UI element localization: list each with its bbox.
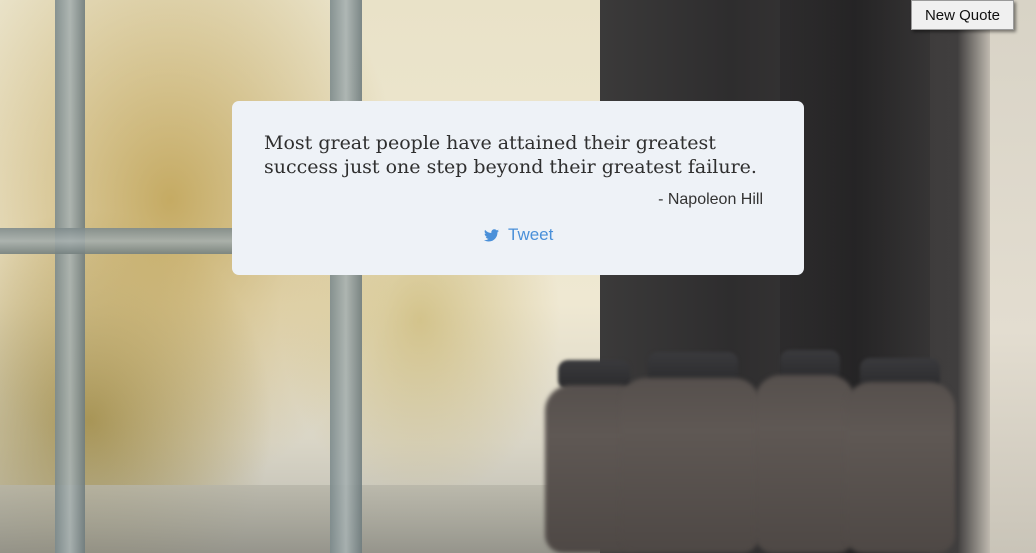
twitter-bird-icon — [484, 228, 499, 242]
background-hills — [0, 485, 600, 553]
window-frame-center — [330, 0, 362, 553]
jar — [620, 378, 760, 553]
background-window-right — [990, 0, 1036, 553]
quote-author: - Napoleon Hill — [658, 191, 763, 208]
tweet-label: Tweet — [508, 225, 554, 244]
quote-card: Most great people have attained their gr… — [232, 101, 804, 275]
new-quote-button[interactable]: New Quote — [911, 0, 1014, 30]
jar — [845, 382, 955, 553]
jar — [755, 375, 855, 553]
quote-text: Most great people have attained their gr… — [264, 132, 757, 178]
tweet-link[interactable]: Tweet — [484, 225, 553, 245]
window-frame-left — [55, 0, 85, 553]
